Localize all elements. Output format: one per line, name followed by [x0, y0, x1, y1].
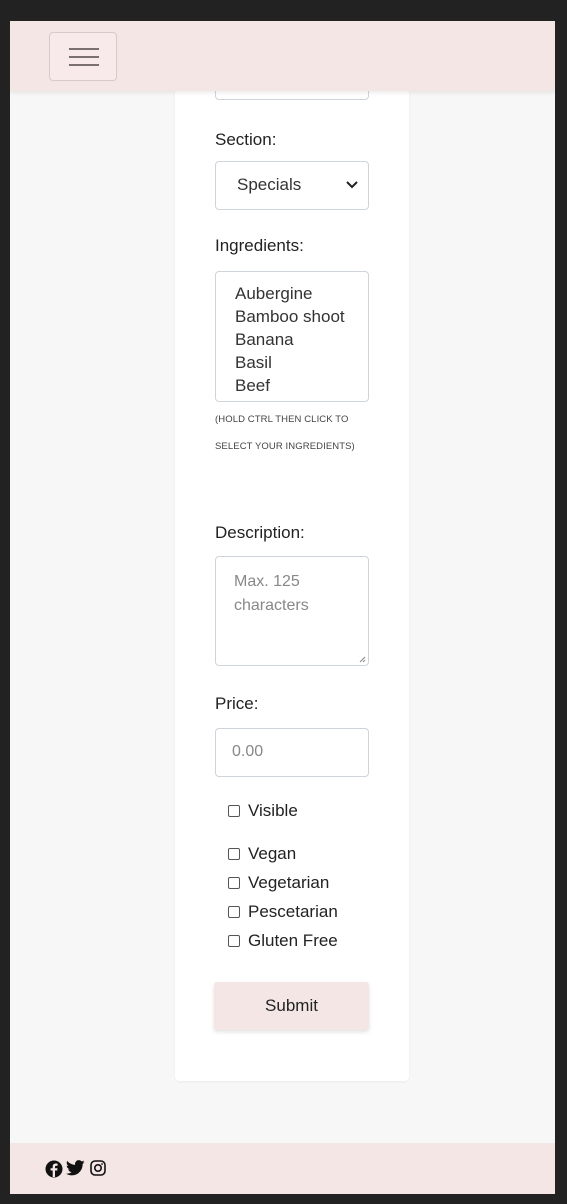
gluten-free-checkbox-row[interactable]: Gluten Free — [228, 931, 338, 951]
pescetarian-checkbox[interactable] — [228, 906, 240, 918]
chevron-down-icon — [346, 181, 358, 189]
twitter-icon[interactable] — [66, 1160, 85, 1176]
gluten-free-checkbox-label: Gluten Free — [248, 931, 338, 950]
gluten-free-checkbox[interactable] — [228, 935, 240, 947]
vegan-checkbox[interactable] — [228, 848, 240, 860]
vegetarian-checkbox-row[interactable]: Vegetarian — [228, 873, 329, 893]
ingredient-option[interactable]: Basil — [235, 353, 272, 373]
section-label: Section: — [215, 130, 277, 149]
description-label: Description: — [215, 523, 305, 542]
description-textarea[interactable]: Max. 125 characters — [215, 556, 369, 666]
page-viewport: Section: Specials Ingredients: Aubergine… — [10, 21, 555, 1194]
hamburger-icon-bar — [69, 56, 99, 58]
ingredient-option[interactable]: Bamboo shoot — [235, 307, 345, 327]
hamburger-icon — [69, 48, 99, 50]
vegetarian-checkbox-label: Vegetarian — [248, 873, 330, 892]
vegetarian-checkbox[interactable] — [228, 877, 240, 889]
ingredient-option[interactable]: Banana — [235, 330, 294, 350]
instagram-icon[interactable] — [90, 1160, 106, 1176]
top-navbar — [10, 21, 555, 91]
vegan-checkbox-label: Vegan — [248, 844, 297, 863]
visible-checkbox-row[interactable]: Visible — [228, 801, 298, 821]
submit-button[interactable]: Submit — [214, 982, 369, 1030]
vegan-checkbox-row[interactable]: Vegan — [228, 844, 296, 864]
footer — [10, 1143, 555, 1194]
price-placeholder: 0.00 — [232, 743, 264, 760]
visible-checkbox-label: Visible — [248, 801, 298, 820]
facebook-icon[interactable] — [45, 1160, 63, 1178]
ingredients-label: Ingredients: — [215, 236, 304, 255]
section-select-value: Specials — [237, 175, 302, 194]
visible-checkbox[interactable] — [228, 805, 240, 817]
ingredients-multiselect[interactable]: Aubergine Bamboo shoot Banana Basil Beef — [215, 271, 369, 402]
price-label: Price: — [215, 694, 259, 713]
ingredients-hint: (HOLD CTRL THEN CLICK TO SELECT YOUR ING… — [215, 414, 355, 452]
navbar-toggle-button[interactable] — [49, 32, 117, 81]
ingredient-option[interactable]: Aubergine — [235, 284, 313, 304]
description-placeholder: Max. 125 characters — [234, 573, 309, 614]
pescetarian-checkbox-label: Pescetarian — [248, 902, 338, 921]
price-input[interactable]: 0.00 — [215, 728, 369, 777]
ingredient-option[interactable]: Beef — [235, 376, 270, 396]
section-select[interactable]: Specials — [215, 161, 369, 210]
resize-handle-icon[interactable] — [359, 656, 366, 663]
hamburger-icon-bar — [69, 64, 99, 66]
pescetarian-checkbox-row[interactable]: Pescetarian — [228, 902, 338, 922]
